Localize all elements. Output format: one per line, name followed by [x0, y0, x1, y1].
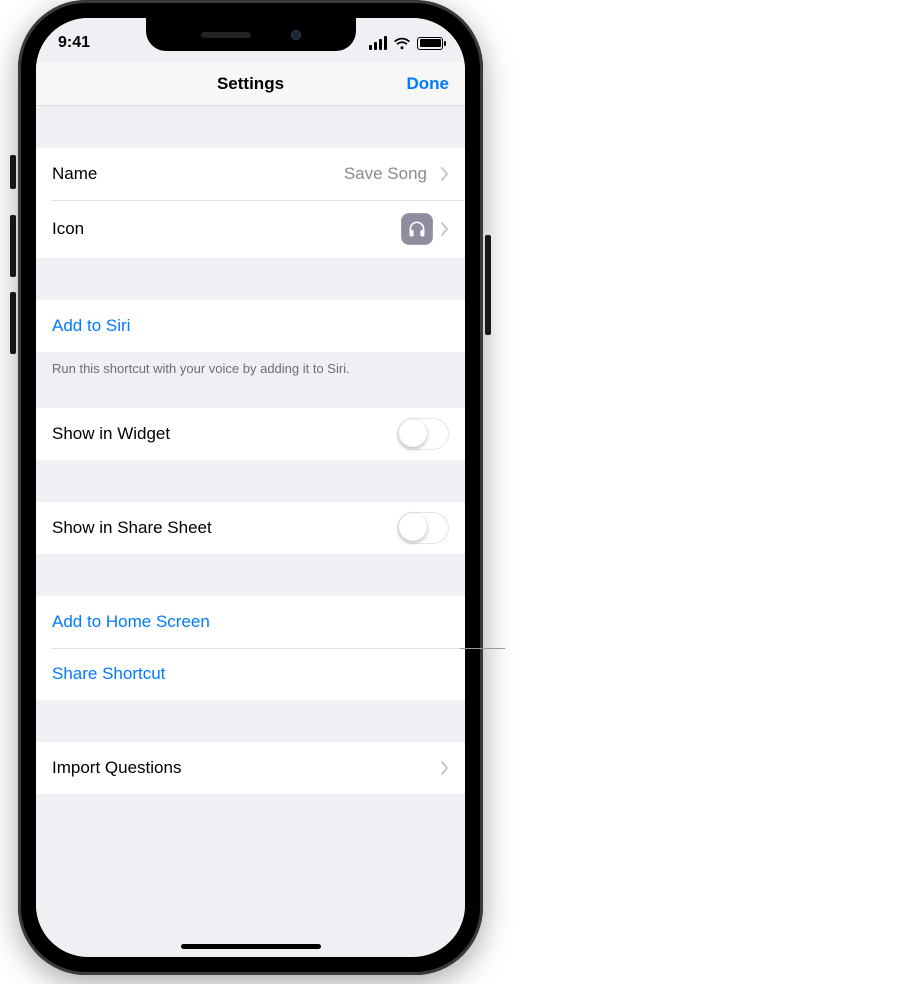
device-notch	[146, 18, 356, 51]
device-frame: 9:41 Settings Done Name	[18, 0, 483, 975]
device-power-button	[485, 235, 491, 335]
add-to-siri-label: Add to Siri	[52, 316, 130, 336]
show-in-share-sheet-row: Show in Share Sheet	[36, 502, 465, 554]
show-in-widget-label: Show in Widget	[52, 424, 170, 444]
share-shortcut-row[interactable]: Share Shortcut	[36, 648, 465, 700]
siri-footer-note: Run this shortcut with your voice by add…	[36, 352, 465, 378]
device-camera	[291, 30, 301, 40]
icon-row[interactable]: Icon	[36, 200, 465, 258]
page-title: Settings	[217, 74, 284, 94]
name-value: Save Song	[97, 164, 433, 184]
battery-icon	[417, 37, 443, 50]
device-volume-down	[10, 292, 16, 354]
show-in-share-sheet-toggle[interactable]	[397, 512, 449, 544]
show-in-widget-row: Show in Widget	[36, 408, 465, 460]
import-questions-row[interactable]: Import Questions	[36, 742, 465, 794]
name-row[interactable]: Name Save Song	[36, 148, 465, 200]
add-to-home-screen-label: Add to Home Screen	[52, 612, 210, 632]
content: Name Save Song Icon	[36, 106, 465, 939]
add-to-home-screen-row[interactable]: Add to Home Screen	[36, 596, 465, 648]
chevron-right-icon	[441, 761, 449, 775]
icon-label: Icon	[52, 219, 84, 239]
chevron-right-icon	[441, 222, 449, 236]
home-indicator[interactable]	[181, 944, 321, 949]
callout-line	[460, 648, 505, 649]
nav-bar: Settings Done	[36, 62, 465, 106]
status-time: 9:41	[58, 28, 90, 52]
chevron-right-icon	[441, 167, 449, 181]
name-label: Name	[52, 164, 97, 184]
add-to-siri-row[interactable]: Add to Siri	[36, 300, 465, 352]
device-volume-up	[10, 215, 16, 277]
import-questions-label: Import Questions	[52, 758, 181, 778]
shortcut-icon-tile	[401, 213, 433, 245]
show-in-share-sheet-label: Show in Share Sheet	[52, 518, 212, 538]
screen: 9:41 Settings Done Name	[36, 18, 465, 957]
share-shortcut-label: Share Shortcut	[52, 664, 165, 684]
device-mute-switch	[10, 155, 16, 189]
headphones-icon	[407, 219, 427, 239]
device-speaker	[201, 32, 251, 38]
cellular-signal-icon	[369, 36, 387, 50]
show-in-widget-toggle[interactable]	[397, 418, 449, 450]
done-button[interactable]: Done	[407, 62, 450, 106]
wifi-icon	[393, 37, 411, 50]
status-indicators	[369, 30, 443, 50]
